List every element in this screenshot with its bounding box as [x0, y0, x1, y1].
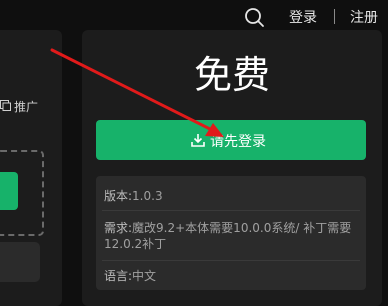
info-divider	[102, 260, 360, 261]
top-bar: 登录 注册	[0, 0, 388, 32]
login-link[interactable]: 登录	[289, 7, 317, 27]
promo-link[interactable]: 推广	[0, 97, 62, 117]
language-row: 语言:中文	[104, 268, 358, 284]
price-label: 免费	[193, 53, 270, 97]
version-key: 版本:	[104, 189, 133, 203]
promo-label: 推广	[14, 100, 39, 114]
requirement-value: 魔改9.2+本体需要10.0.0系统/ 补丁需要12.0.2补丁	[104, 221, 352, 251]
login-button-label: 请先登录	[210, 134, 266, 150]
search-icon[interactable]	[243, 6, 265, 28]
share-icon	[0, 100, 11, 111]
left-panel: 推广	[0, 30, 62, 306]
info-divider	[102, 210, 360, 211]
register-link[interactable]: 注册	[350, 7, 378, 27]
requirement-row: 需求:魔改9.2+本体需要10.0.0系统/ 补丁需要12.0.2补丁	[104, 220, 358, 252]
requirement-key: 需求:	[104, 221, 133, 235]
version-value: 1.0.3	[132, 189, 163, 203]
version-row: 版本:1.0.3	[104, 188, 358, 204]
language-key: 语言:	[104, 269, 133, 283]
left-action-button[interactable]	[0, 172, 18, 210]
language-value: 中文	[132, 269, 157, 283]
left-info-box	[0, 242, 40, 282]
download-icon	[191, 134, 205, 147]
header-divider	[334, 9, 335, 24]
login-to-download-button[interactable]: 请先登录	[96, 120, 366, 160]
product-info: 版本:1.0.3 需求:魔改9.2+本体需要10.0.0系统/ 补丁需要12.0…	[96, 176, 366, 290]
product-panel: 免费 请先登录 版本:1.0.3 需求:魔改9.2+本体需要10.0.0系统/ …	[82, 30, 382, 306]
